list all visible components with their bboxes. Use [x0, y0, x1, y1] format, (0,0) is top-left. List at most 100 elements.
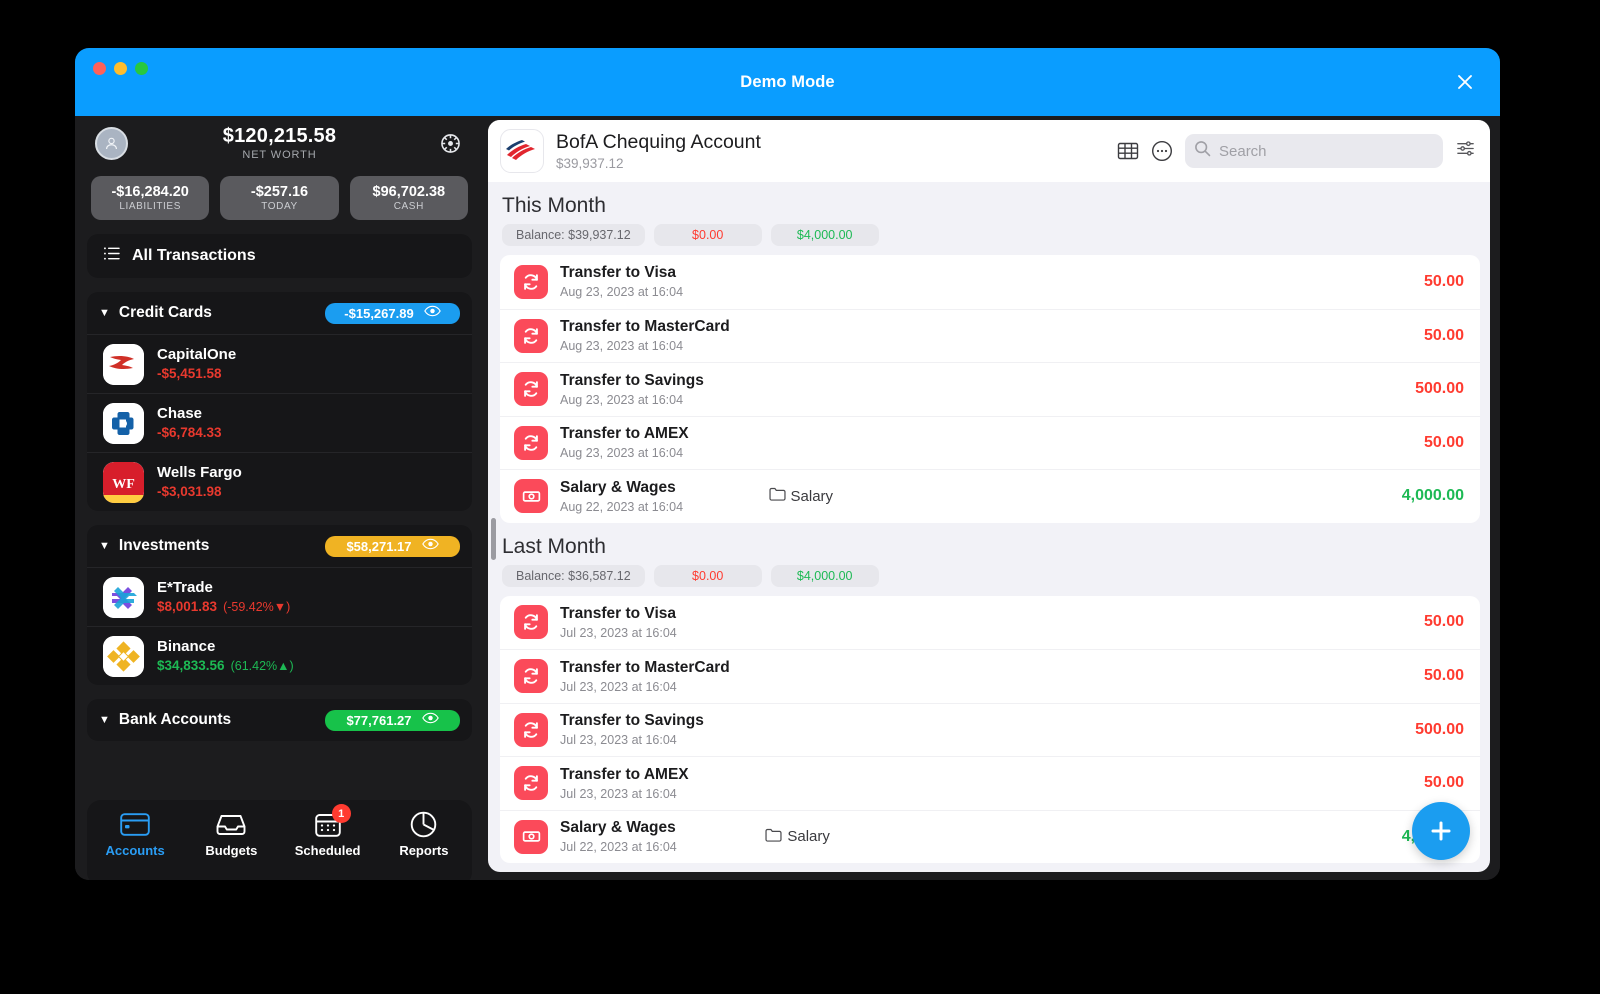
sidebar-group-bank-accounts: ▼ Bank Accounts $77,761.27 — [87, 699, 472, 741]
account-balance: $8,001.83 — [157, 599, 218, 615]
tab-reports[interactable]: Reports — [376, 810, 472, 858]
transaction-name: Transfer to Visa — [560, 604, 677, 622]
transaction-category[interactable]: Salary — [765, 828, 1265, 846]
desktop-background: Demo Mode $120,215.58 NET WORTH -$16,284… — [0, 0, 1600, 994]
table-view-icon[interactable] — [1117, 140, 1139, 162]
vertical-scrollbar[interactable] — [491, 518, 496, 560]
net-worth-display: $120,215.58 NET WORTH — [87, 125, 472, 161]
transaction-name: Transfer to MasterCard — [560, 658, 730, 676]
stat-today[interactable]: -$257.16 TODAY — [220, 176, 339, 220]
transaction-name: Transfer to AMEX — [560, 765, 689, 783]
eye-icon[interactable] — [421, 537, 439, 555]
main-panel: BofA Chequing Account $39,937.12 Search … — [488, 120, 1490, 872]
sidebar-account-capitalone[interactable]: CapitalOne -$5,451.58 — [87, 334, 472, 393]
stat-label: TODAY — [261, 201, 298, 212]
gear-icon[interactable] — [436, 129, 464, 157]
chip-balance[interactable]: Balance: $39,937.12 — [502, 224, 645, 246]
banknote-icon — [514, 819, 548, 854]
svg-text:WF: WF — [112, 477, 135, 492]
account-name: E*Trade — [157, 578, 213, 596]
group-total: $58,271.17 — [346, 538, 412, 554]
table-row[interactable]: Transfer to Visa Jul 23, 2023 at 16:04 5… — [500, 596, 1480, 650]
chip-expenses[interactable]: $0.00 — [653, 564, 762, 587]
stat-liabilities[interactable]: -$16,284.20 LIABILITIES — [91, 176, 210, 220]
transaction-category[interactable]: Salary — [768, 487, 1269, 505]
folder-icon — [765, 828, 782, 846]
table-row[interactable]: Transfer to MasterCard Aug 23, 2023 at 1… — [500, 308, 1480, 363]
add-transaction-button[interactable] — [1412, 802, 1470, 860]
stat-value: -$257.16 — [250, 184, 309, 200]
group-total-pill[interactable]: $58,271.17 — [325, 535, 460, 557]
credit-card-icon — [120, 810, 150, 838]
group-header[interactable]: ▼ Bank Accounts $77,761.27 — [87, 699, 472, 741]
chip-expenses[interactable]: $0.00 — [653, 224, 762, 246]
group-header[interactable]: ▼ Credit Cards -$15,267.89 — [87, 292, 472, 334]
net-worth-value: $120,215.58 — [222, 125, 337, 147]
transaction-info: Transfer to MasterCard Aug 23, 2023 at 1… — [560, 318, 730, 353]
table-row[interactable]: Transfer to Savings Aug 23, 2023 at 16:0… — [500, 362, 1480, 416]
repeat-icon — [514, 372, 548, 407]
close-icon[interactable] — [1452, 69, 1478, 95]
table-row[interactable]: Salary & Wages Jul 22, 2023 at 16:04 Sal… — [500, 809, 1480, 864]
sidebar: $120,215.58 NET WORTH -$16,284.20 LIABIL… — [75, 116, 484, 880]
transaction-info: Transfer to AMEX Jul 23, 2023 at 16:04 — [560, 766, 689, 801]
account-name: Wells Fargo — [157, 463, 242, 481]
group-total-pill[interactable]: $77,761.27 — [325, 709, 460, 731]
eye-icon[interactable] — [423, 304, 441, 322]
search-input[interactable]: Search — [1185, 134, 1443, 168]
table-row[interactable]: Transfer to MasterCard Jul 23, 2023 at 1… — [500, 649, 1480, 703]
repeat-icon — [514, 659, 548, 694]
transaction-list: Transfer to Visa Aug 23, 2023 at 16:04 5… — [500, 255, 1480, 523]
table-row[interactable]: Transfer to AMEX Aug 23, 2023 at 16:04 5… — [500, 415, 1480, 470]
account-balance: $39,937.12 — [556, 155, 624, 171]
account-name: Binance — [157, 637, 216, 655]
minimize-window-button[interactable] — [114, 62, 127, 75]
chevron-down-icon: ▼ — [99, 307, 110, 319]
table-row[interactable]: Salary & Wages Aug 22, 2023 at 16:04 Sal… — [500, 469, 1480, 523]
table-row[interactable]: Transfer to Visa Aug 23, 2023 at 16:04 5… — [500, 255, 1480, 309]
calendar-icon: 1 — [314, 804, 351, 838]
transaction-date: Jul 23, 2023 at 16:04 — [560, 786, 677, 801]
all-transactions-card: All Transactions — [87, 234, 472, 278]
table-row[interactable]: Transfer to Savings Jul 23, 2023 at 16:0… — [500, 702, 1480, 757]
account-balance-row: $8,001.83 (-59.42%▼) — [157, 598, 290, 616]
sidebar-account-binance[interactable]: Binance $34,833.56 (61.42%▲) — [87, 626, 472, 685]
filter-sliders-icon[interactable] — [1455, 138, 1476, 164]
transaction-info: Transfer to Savings Aug 23, 2023 at 16:0… — [560, 372, 704, 407]
repeat-icon — [514, 264, 548, 299]
close-window-button[interactable] — [93, 62, 106, 75]
maximize-window-button[interactable] — [135, 62, 148, 75]
avatar[interactable] — [95, 126, 128, 160]
eye-icon[interactable] — [421, 711, 439, 729]
chip-income[interactable]: $4,000.00 — [770, 224, 879, 246]
account-name: CapitalOne — [157, 345, 237, 363]
transaction-name: Transfer to Visa — [560, 264, 677, 282]
sidebar-account-wells-fargo[interactable]: WF Wells Fargo -$3,031.98 — [87, 452, 472, 511]
wells-fargo-logo-icon: WF — [103, 461, 144, 503]
tab-accounts[interactable]: Accounts — [87, 810, 183, 858]
group-header[interactable]: ▼ Investments $58,271.17 — [87, 525, 472, 567]
transaction-name: Transfer to MasterCard — [560, 318, 730, 336]
transactions-scroll-area[interactable]: This Month Balance: $39,937.12 $0.00 $4,… — [488, 182, 1490, 872]
transaction-name: Transfer to Savings — [560, 712, 704, 730]
transaction-amount: 4,000.00 — [1401, 487, 1464, 505]
chevron-down-icon: ▼ — [99, 714, 110, 726]
chip-income[interactable]: $4,000.00 — [770, 564, 879, 587]
more-options-icon[interactable] — [1151, 140, 1173, 162]
banknote-icon — [514, 479, 548, 514]
tab-label: Scheduled — [294, 843, 361, 858]
transaction-name: Transfer to Savings — [560, 371, 704, 389]
sidebar-account-etrade[interactable]: E*Trade $8,001.83 (-59.42%▼) — [87, 567, 472, 626]
tab-scheduled[interactable]: 1 Scheduled — [280, 804, 376, 858]
sidebar-item-all-transactions[interactable]: All Transactions — [87, 234, 472, 278]
group-total-pill[interactable]: -$15,267.89 — [325, 302, 460, 324]
stat-cash[interactable]: $96,702.38 CASH — [349, 176, 468, 220]
table-row[interactable]: Transfer to AMEX Jul 23, 2023 at 16:04 5… — [500, 756, 1480, 810]
transaction-list: Transfer to Visa Jul 23, 2023 at 16:04 5… — [500, 595, 1480, 864]
group-title: Investments — [118, 537, 210, 554]
account-balance: -$5,451.58 — [157, 366, 222, 382]
transaction-date: Jul 23, 2023 at 16:04 — [560, 733, 677, 748]
sidebar-account-chase[interactable]: Chase -$6,784.33 — [87, 393, 472, 452]
tab-budgets[interactable]: Budgets — [183, 810, 279, 858]
chip-balance[interactable]: Balance: $36,587.12 — [502, 564, 645, 587]
